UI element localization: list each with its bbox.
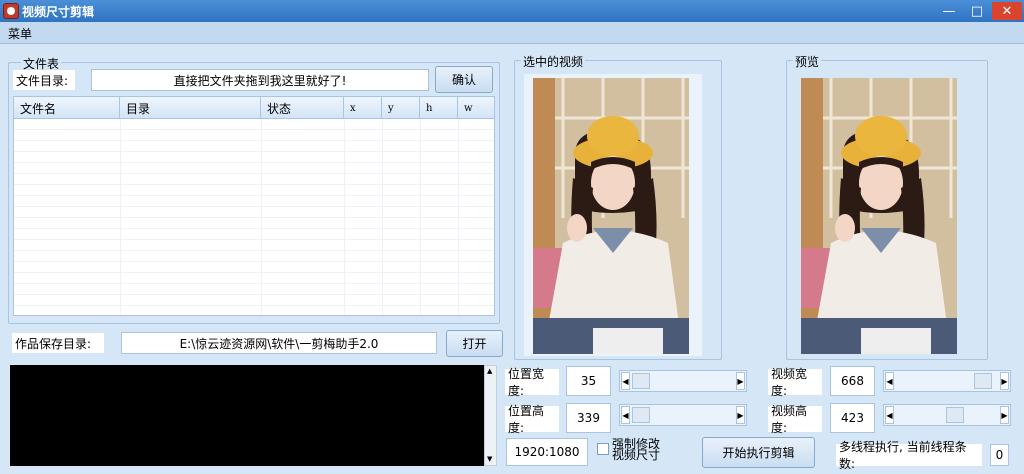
- column-header-x[interactable]: x: [344, 97, 382, 119]
- video-width-slider[interactable]: ◀ ▶: [883, 370, 1011, 392]
- scroll-up-icon[interactable]: ▲: [487, 367, 492, 375]
- arrow-right-icon[interactable]: ▶: [1000, 372, 1009, 390]
- table-row[interactable]: [14, 306, 494, 315]
- position-width-slider[interactable]: ◀ ▶: [619, 370, 747, 392]
- maximize-button[interactable]: □: [964, 2, 990, 20]
- save-dir-label: 作品保存目录:: [12, 333, 104, 353]
- table-row[interactable]: [14, 262, 494, 273]
- video-height-input[interactable]: 423: [830, 403, 875, 433]
- save-dir-input[interactable]: E:\惊云迹资源网\软件\一剪梅助手2.0: [121, 332, 437, 354]
- table-row[interactable]: [14, 163, 494, 174]
- table-row[interactable]: [14, 119, 494, 130]
- table-row[interactable]: [14, 218, 494, 229]
- close-button[interactable]: ✕: [992, 2, 1022, 20]
- slider-thumb[interactable]: [946, 407, 964, 423]
- open-button[interactable]: 打开: [446, 330, 503, 357]
- table-row[interactable]: [14, 229, 494, 240]
- column-header-status[interactable]: 状态: [261, 97, 344, 119]
- table-row[interactable]: [14, 141, 494, 152]
- confirm-button[interactable]: 确认: [435, 66, 493, 93]
- position-width-input[interactable]: 35: [566, 366, 611, 396]
- thread-count: 0: [990, 444, 1009, 466]
- table-row[interactable]: [14, 207, 494, 218]
- column-header-w[interactable]: w: [458, 97, 494, 119]
- arrow-left-icon[interactable]: ◀: [885, 406, 894, 424]
- column-header-directory[interactable]: 目录: [120, 97, 261, 119]
- arrow-left-icon[interactable]: ◀: [621, 372, 630, 390]
- arrow-left-icon[interactable]: ◀: [885, 372, 894, 390]
- column-header-y[interactable]: y: [382, 97, 420, 119]
- table-row[interactable]: [14, 152, 494, 163]
- selected-video-label: 选中的视频: [521, 53, 586, 70]
- video-width-input[interactable]: 668: [830, 366, 875, 396]
- table-row[interactable]: [14, 185, 494, 196]
- video-height-label: 视频高度:: [768, 404, 822, 435]
- slider-thumb[interactable]: [632, 373, 650, 389]
- arrow-left-icon[interactable]: ◀: [621, 406, 630, 424]
- preview-label: 预览: [793, 53, 822, 70]
- app-logo-icon: [3, 3, 19, 19]
- arrow-right-icon[interactable]: ▶: [736, 372, 745, 390]
- window-title: 视频尺寸剪辑: [22, 5, 95, 19]
- position-width-label: 位置宽度:: [505, 367, 559, 398]
- file-dir-input[interactable]: 直接把文件夹拖到我这里就好了!: [91, 69, 429, 91]
- preview-image: [801, 78, 957, 354]
- table-row[interactable]: [14, 196, 494, 207]
- thread-label: 多线程执行, 当前线程条数:: [836, 440, 982, 471]
- minimize-button[interactable]: —: [936, 2, 962, 20]
- start-button[interactable]: 开始执行剪辑: [702, 437, 815, 468]
- table-row[interactable]: [14, 273, 494, 284]
- slider-thumb[interactable]: [632, 407, 650, 423]
- title-bar: 视频尺寸剪辑 — □ ✕: [0, 0, 1024, 22]
- preview-thumbnail: [801, 78, 957, 354]
- table-header: 文件名 目录 状态 x y h w: [14, 97, 494, 119]
- table-row[interactable]: [14, 295, 494, 306]
- video-width-label: 视频宽度:: [768, 367, 822, 398]
- slider-thumb[interactable]: [974, 373, 992, 389]
- force-modify-line2: 视频尺寸: [612, 448, 661, 462]
- arrow-right-icon[interactable]: ▶: [1000, 406, 1009, 424]
- force-modify-checkbox[interactable]: [597, 443, 609, 455]
- position-height-label: 位置高度:: [505, 404, 559, 435]
- log-console[interactable]: [10, 365, 484, 466]
- table-row[interactable]: [14, 130, 494, 141]
- column-header-h[interactable]: h: [420, 97, 458, 119]
- column-header-filename[interactable]: 文件名: [14, 97, 120, 119]
- resolution-input[interactable]: 1920:1080: [506, 438, 588, 466]
- file-dir-label: 文件目录:: [13, 70, 75, 90]
- selected-video-image: [533, 78, 689, 354]
- force-modify-label[interactable]: 强制修改 视频尺寸: [612, 438, 661, 462]
- position-height-input[interactable]: 339: [566, 403, 611, 433]
- arrow-right-icon[interactable]: ▶: [736, 406, 745, 424]
- table-row[interactable]: [14, 240, 494, 251]
- file-table: 文件名 目录 状态 x y h w: [13, 96, 495, 316]
- table-row[interactable]: [14, 251, 494, 262]
- table-row[interactable]: [14, 284, 494, 295]
- menu-item[interactable]: 菜单: [8, 25, 32, 42]
- scroll-down-icon[interactable]: ▼: [487, 455, 492, 463]
- menu-bar: 菜单: [0, 22, 1024, 44]
- position-height-slider[interactable]: ◀ ▶: [619, 404, 747, 426]
- console-scrollbar[interactable]: ▲ ▼: [484, 365, 497, 466]
- table-row[interactable]: [14, 174, 494, 185]
- video-height-slider[interactable]: ◀ ▶: [883, 404, 1011, 426]
- selected-video-thumbnail: [533, 78, 689, 354]
